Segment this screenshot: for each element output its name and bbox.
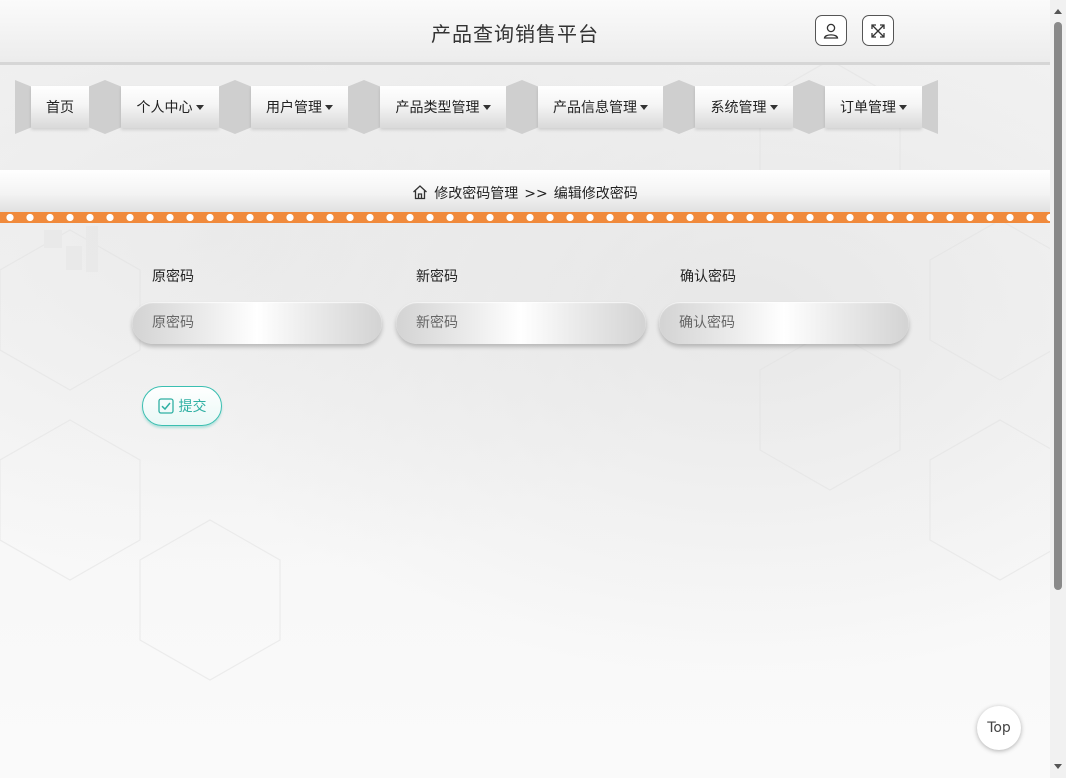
submit-button[interactable]: 提交 [142, 386, 222, 426]
fullscreen-icon [871, 23, 885, 38]
new-password-input[interactable] [396, 302, 646, 344]
confirm-password-label: 确认密码 [680, 269, 736, 285]
nav-item-personal-center[interactable]: 个人中心 [121, 86, 219, 128]
nav-hex-divider [15, 80, 31, 134]
caret-down-icon [769, 105, 778, 110]
breadcrumb-current: 编辑修改密码 [553, 186, 638, 202]
nav-item-system-management[interactable]: 系统管理 [695, 86, 793, 128]
nav-item-label: 系统管理 [710, 100, 767, 116]
back-to-top-button[interactable]: Top [977, 706, 1021, 750]
caret-down-icon [195, 105, 204, 110]
old-password-label: 原密码 [152, 269, 194, 285]
fullscreen-button[interactable] [862, 15, 894, 46]
nav-item-label: 首页 [46, 100, 74, 116]
vertical-scrollbar[interactable] [1050, 0, 1066, 778]
nav-item-order-management[interactable]: 订单管理 [825, 86, 922, 128]
breadcrumb-bar: 修改密码管理 >> 编辑修改密码 [0, 170, 1050, 214]
home-icon [413, 185, 428, 200]
nav-hex-divider [219, 80, 251, 134]
checkbox-icon [157, 398, 174, 414]
nav-item-user-management[interactable]: 用户管理 [251, 86, 348, 128]
nav-item-label: 用户管理 [266, 100, 322, 116]
nav-item-label: 产品类型管理 [395, 100, 480, 116]
page: 产品查询销售平台 首页 个人中心 用户管理 产品类型管理 产品信息管理 系统管理… [0, 0, 1066, 778]
user-icon [823, 23, 839, 39]
nav-hex-divider [793, 80, 825, 134]
caret-down-icon [482, 105, 491, 110]
nav-hex-divider [348, 80, 380, 134]
nav-hex-divider [89, 80, 121, 134]
confirm-password-input[interactable] [659, 302, 909, 344]
nav-hex-divider [922, 80, 938, 134]
scrollbar-thumb[interactable] [1054, 22, 1062, 590]
submit-button-label: 提交 [178, 399, 207, 415]
caret-down-icon [325, 105, 333, 110]
nav-item-home[interactable]: 首页 [31, 86, 89, 128]
nav-hex-divider [506, 80, 538, 134]
nav-item-product-type-management[interactable]: 产品类型管理 [380, 86, 506, 128]
breadcrumb-separator: >> [524, 186, 548, 202]
back-to-top-label: Top [987, 720, 1011, 736]
header-bar: 产品查询销售平台 [0, 0, 1050, 65]
user-profile-button[interactable] [815, 15, 847, 46]
decorative-dot-border [0, 212, 1050, 223]
nav-item-product-info-management[interactable]: 产品信息管理 [538, 86, 663, 128]
new-password-label: 新密码 [416, 269, 458, 285]
caret-down-icon [640, 105, 648, 110]
caret-down-icon [899, 105, 907, 110]
breadcrumb: 修改密码管理 >> 编辑修改密码 [0, 183, 1050, 203]
nav-item-label: 个人中心 [136, 100, 193, 116]
breadcrumb-parent[interactable]: 修改密码管理 [434, 186, 518, 202]
scroll-down-arrow-icon[interactable] [1054, 764, 1062, 769]
nav-item-label: 订单管理 [840, 100, 896, 116]
nav-hex-divider [663, 80, 695, 134]
scroll-up-arrow-icon[interactable] [1054, 9, 1062, 14]
old-password-input[interactable] [132, 302, 382, 344]
nav-item-label: 产品信息管理 [553, 100, 637, 116]
